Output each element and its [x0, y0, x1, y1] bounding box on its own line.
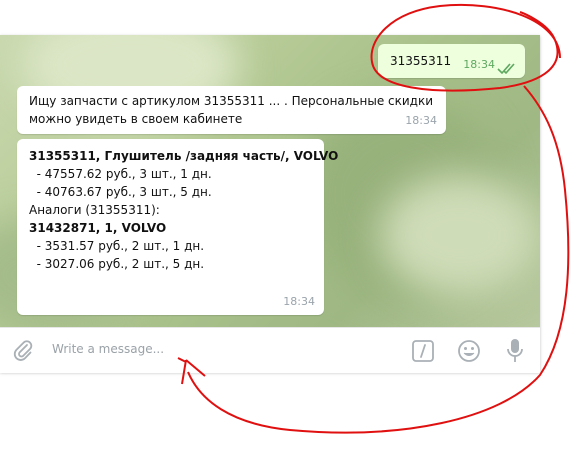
message-line: 31355311, Глушитель /задняя часть/, VOLV…: [29, 149, 339, 163]
message-line: Ищу запчасти с артикулом 31355311 ... . …: [29, 94, 434, 108]
slash-command-icon[interactable]: [412, 340, 434, 362]
message-time: 18:34: [463, 58, 495, 71]
paperclip-icon[interactable]: [12, 339, 34, 361]
outgoing-message[interactable]: 31355311 18:34: [378, 44, 525, 78]
message-line: - 3531.57 руб., 2 шт., 1 дн.: [29, 239, 205, 253]
smiley-icon[interactable]: [457, 339, 481, 363]
message-time: 18:34: [283, 295, 315, 308]
chat-window: 31355311 18:34 Ищу запчасти с артикулом …: [0, 35, 540, 373]
incoming-message[interactable]: Ищу запчасти с артикулом 31355311 ... . …: [17, 86, 446, 134]
message-composer: Write a message...: [0, 327, 540, 373]
message-line: 31432871, 1, VOLVO: [29, 221, 167, 235]
chat-background: 31355311 18:34 Ищу запчасти с артикулом …: [0, 35, 540, 327]
message-line: - 3027.06 руб., 2 шт., 5 дн.: [29, 257, 205, 271]
message-line: - 47557.62 руб., 3 шт., 1 дн.: [29, 167, 212, 181]
message-input[interactable]: Write a message...: [52, 342, 164, 356]
message-text: 31355311: [390, 54, 452, 68]
message-line: Аналоги (31355311):: [29, 203, 160, 217]
double-check-icon: [497, 63, 515, 75]
message-line: - 40763.67 руб., 3 шт., 5 дн.: [29, 185, 212, 199]
incoming-message[interactable]: 31355311, Глушитель /задняя часть/, VOLV…: [17, 139, 339, 315]
microphone-icon[interactable]: [505, 338, 525, 364]
message-line: можно увидеть в своем кабинете: [29, 112, 243, 126]
message-time: 18:34: [405, 114, 437, 127]
